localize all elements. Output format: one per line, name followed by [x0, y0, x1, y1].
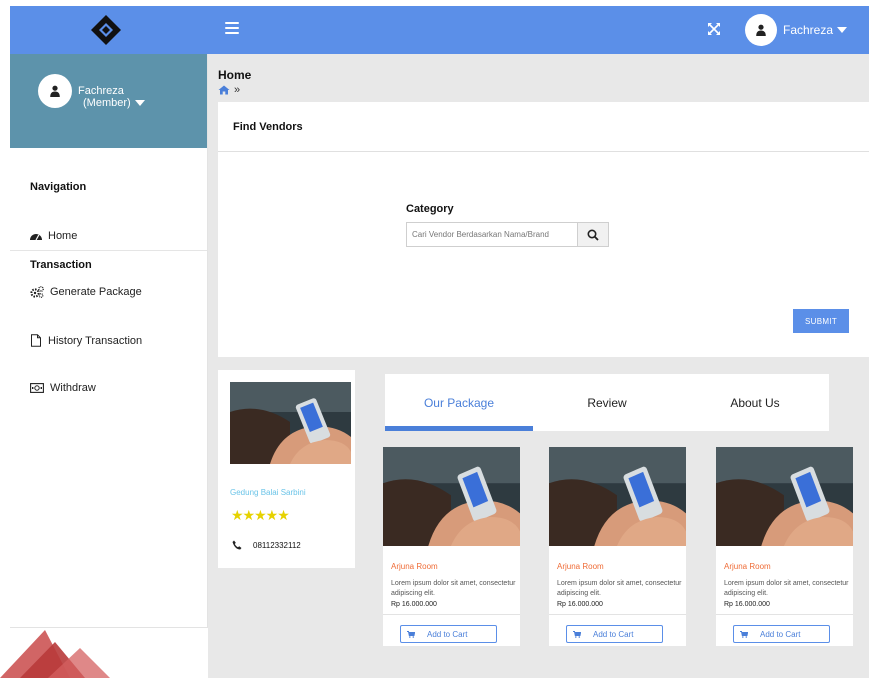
page-title: Home — [218, 68, 252, 82]
package-card: Arjuna Room Lorem ipsum dolor sit amet, … — [716, 447, 853, 646]
transaction-heading: Transaction — [30, 259, 92, 271]
money-icon — [30, 383, 44, 393]
sidebar-item-history-transaction[interactable]: History Transaction — [30, 334, 142, 347]
package-card: Arjuna Room Lorem ipsum dolor sit amet, … — [549, 447, 686, 646]
package-name[interactable]: Arjuna Room — [724, 562, 771, 571]
gears-icon — [30, 286, 44, 298]
package-price: Rp 16.000.000 — [391, 601, 437, 608]
vendor-photo[interactable] — [230, 382, 351, 464]
category-label: Category — [406, 203, 454, 215]
vendor-search-input[interactable] — [407, 223, 577, 246]
add-to-cart-label: Add to Cart — [427, 629, 468, 639]
navigation-heading: Navigation — [30, 181, 87, 193]
sidebar-item-label: Generate Package — [50, 286, 142, 298]
divider — [716, 614, 853, 615]
vendor-rating: ★★★★★ — [231, 507, 290, 523]
search-icon — [587, 228, 599, 241]
divider — [383, 614, 520, 615]
fullscreen-icon[interactable] — [707, 22, 721, 36]
sidebar-item-label: Home — [48, 230, 78, 242]
add-to-cart-button[interactable]: Add to Cart — [400, 625, 497, 643]
cart-icon — [573, 630, 581, 638]
phone-hand-image — [383, 447, 520, 546]
sidebar-item-generate-package[interactable]: Generate Package — [30, 286, 142, 298]
user-name: Fachreza — [783, 23, 834, 37]
main-content: Home » Find Vendors Category SUBMIT — [208, 54, 869, 678]
user-icon — [756, 24, 766, 36]
avatar — [745, 14, 777, 46]
package-name[interactable]: Arjuna Room — [557, 562, 604, 571]
home-icon[interactable] — [218, 85, 230, 95]
dashboard-icon — [30, 234, 42, 241]
breadcrumb-separator: » — [234, 84, 241, 96]
find-vendors-title: Find Vendors — [218, 102, 869, 152]
sidebar-item-label: History Transaction — [48, 334, 143, 347]
package-photo[interactable] — [549, 447, 686, 546]
caret-down-icon — [134, 100, 145, 106]
phone-hand-image — [716, 447, 853, 546]
vendor-phone-number: 08112332112 — [253, 540, 301, 550]
watermark-logo — [0, 630, 110, 678]
tab-review[interactable]: Review — [533, 374, 681, 431]
tab-about-us[interactable]: About Us — [681, 374, 829, 431]
package-description: Lorem ipsum dolor sit amet, consectetur … — [391, 580, 516, 597]
add-to-cart-label: Add to Cart — [760, 629, 801, 639]
sidebar-item-home[interactable]: Home — [30, 230, 77, 242]
tab-our-package[interactable]: Our Package — [385, 374, 533, 431]
user-menu[interactable]: Fachreza — [745, 13, 848, 47]
logo-icon[interactable] — [90, 14, 122, 46]
sidebar-profile: Fachreza (Member) — [10, 54, 207, 148]
vendor-name[interactable]: Gedung Balai Sarbini — [230, 488, 306, 497]
find-vendors-panel: Find Vendors Category SUBMIT — [218, 102, 869, 357]
search-button[interactable] — [577, 223, 608, 246]
sidebar-item-withdraw[interactable]: Withdraw — [30, 382, 96, 394]
sidebar: Fachreza (Member) Navigation Home Transa… — [10, 54, 208, 628]
file-icon — [31, 334, 41, 347]
sidebar-user-role: (Member) — [83, 97, 131, 109]
phone-icon — [232, 540, 242, 550]
package-photo[interactable] — [383, 447, 520, 546]
phone-hand-image — [230, 382, 351, 464]
package-name[interactable]: Arjuna Room — [391, 562, 438, 571]
menu-toggle-icon[interactable] — [225, 22, 239, 34]
vendor-tabs: Our Package Review About Us — [385, 374, 829, 431]
top-navbar: Fachreza — [10, 6, 869, 54]
add-to-cart-label: Add to Cart — [593, 629, 634, 639]
sidebar-item-label: Withdraw — [50, 382, 96, 394]
sidebar-divider — [10, 250, 207, 251]
add-to-cart-button[interactable]: Add to Cart — [566, 625, 663, 643]
sidebar-user-role-dropdown[interactable]: (Member) — [83, 97, 145, 109]
breadcrumb: » — [218, 84, 240, 96]
sidebar-user-name: Fachreza — [78, 85, 124, 97]
divider — [549, 614, 686, 615]
package-photo[interactable] — [716, 447, 853, 546]
star-icons: ★★★★★ — [231, 507, 290, 523]
package-card: Arjuna Room Lorem ipsum dolor sit amet, … — [383, 447, 520, 646]
submit-button[interactable]: SUBMIT — [793, 309, 849, 333]
caret-down-icon — [837, 27, 848, 33]
sidebar-avatar — [38, 74, 72, 108]
add-to-cart-button[interactable]: Add to Cart — [733, 625, 830, 643]
cart-icon — [407, 630, 415, 638]
user-icon — [50, 85, 60, 97]
vendor-phone: 08112332112 — [232, 540, 301, 550]
package-description: Lorem ipsum dolor sit amet, consectetur … — [557, 580, 682, 597]
vendor-card: Gedung Balai Sarbini ★★★★★ 08112332112 — [218, 370, 355, 568]
phone-hand-image — [549, 447, 686, 546]
cart-icon — [740, 630, 748, 638]
package-description: Lorem ipsum dolor sit amet, consectetur … — [724, 580, 849, 597]
package-price: Rp 16.000.000 — [724, 601, 770, 608]
vendor-search-box — [406, 222, 609, 247]
package-price: Rp 16.000.000 — [557, 601, 603, 608]
